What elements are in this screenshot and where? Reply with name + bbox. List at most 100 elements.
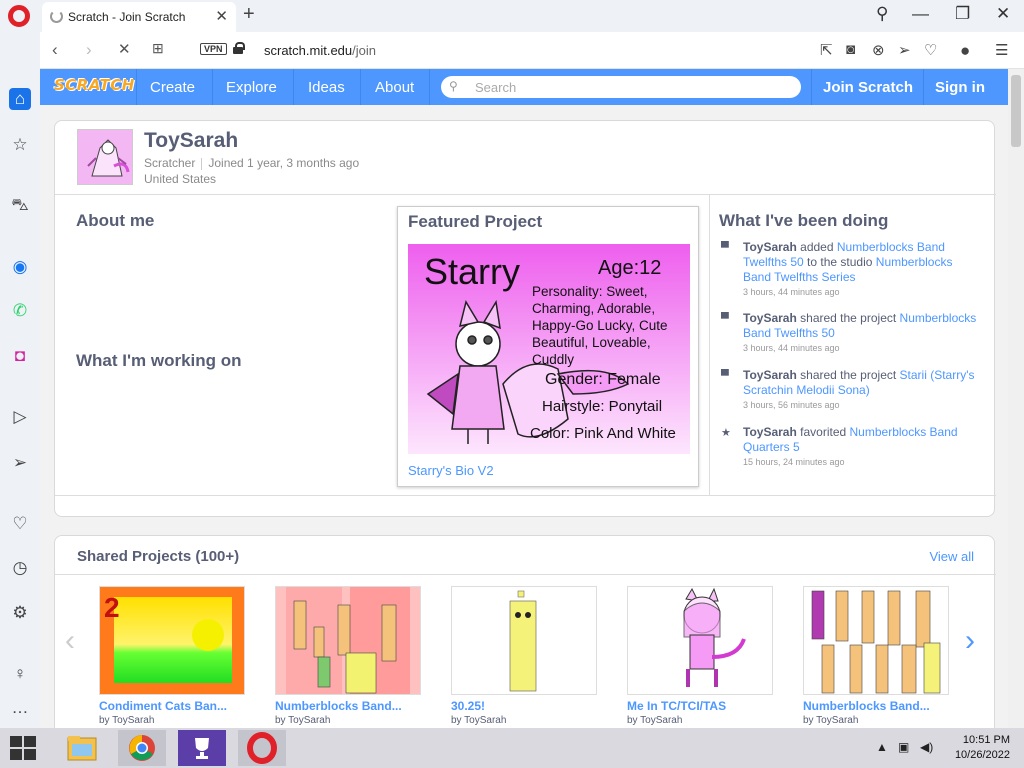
project-title[interactable]: Condiment Cats Ban... <box>99 699 245 713</box>
activity-user[interactable]: ToySarah <box>743 240 797 254</box>
search-tabs-icon[interactable]: ⚲ <box>876 4 888 24</box>
clock-date: 10/26/2022 <box>954 749 1010 761</box>
close-tab-icon[interactable]: ✕ <box>215 7 228 25</box>
heart-icon[interactable]: ♡ <box>924 41 937 59</box>
sign-in-link[interactable]: Sign in <box>935 79 985 96</box>
activity-user[interactable]: ToySarah <box>743 425 797 439</box>
project-title[interactable]: Numberblocks Band... <box>275 699 421 713</box>
project-thumbnail[interactable]: 2 <box>99 586 245 695</box>
tabs-grid-icon[interactable]: ⊞ <box>152 40 164 57</box>
url-field[interactable]: scratch.mit.edu/join <box>264 43 376 58</box>
carousel-prev-icon[interactable]: ‹ <box>65 624 75 658</box>
history-icon[interactable]: ◷ <box>9 557 31 579</box>
whatsapp-icon[interactable]: ✆ <box>9 300 31 322</box>
messenger-icon[interactable]: ◉ <box>9 256 31 278</box>
share-icon[interactable]: ⇱ <box>820 41 833 59</box>
nav-ideas[interactable]: Ideas <box>308 79 345 96</box>
settings-icon[interactable]: ⚙ <box>9 602 31 624</box>
scratch-page: SCRATCH Create Explore Ideas About ⚲ Sea… <box>40 69 1008 728</box>
project-author[interactable]: by ToySarah <box>275 715 421 726</box>
project-title[interactable]: Me In TC/TCI/TAS <box>627 699 773 713</box>
trophy-app-icon[interactable] <box>178 730 226 766</box>
opera-logo-icon[interactable] <box>8 5 30 27</box>
scratch-logo[interactable]: SCRATCH <box>54 76 135 94</box>
send-icon[interactable]: ➢ <box>898 41 911 59</box>
nav-about[interactable]: About <box>375 79 414 96</box>
browser-tab[interactable]: Scratch - Join Scratch ✕ <box>42 2 236 32</box>
maximize-icon[interactable]: ❐ <box>955 4 970 24</box>
pinboard-heart-icon[interactable]: ♡ <box>9 513 31 535</box>
search-placeholder: Search <box>475 80 517 95</box>
network-icon[interactable]: ▣ <box>898 740 909 754</box>
activity-verb: shared the project <box>800 368 897 382</box>
forward-icon[interactable]: › <box>86 40 92 60</box>
taskbar-clock[interactable]: 10:51 PM 10/26/2022 <box>955 733 1010 763</box>
project-author[interactable]: by ToySarah <box>803 715 949 726</box>
opera-taskbar-icon[interactable] <box>238 730 286 766</box>
studio-icon: ▀ <box>721 313 729 325</box>
tips-icon[interactable]: ♀ <box>9 663 31 685</box>
activity-user[interactable]: ToySarah <box>743 311 797 325</box>
camera-icon[interactable]: ◙ <box>846 41 855 58</box>
project-card[interactable]: Numberblocks Band... by ToySarah <box>275 586 421 726</box>
windows-start-icon[interactable] <box>10 736 38 760</box>
project-thumbnail[interactable] <box>451 586 597 695</box>
nav-divider <box>923 69 924 105</box>
nav-explore[interactable]: Explore <box>226 79 277 96</box>
chrome-icon[interactable] <box>118 730 166 766</box>
reload-stop-icon[interactable]: ✕ <box>118 40 131 58</box>
activity-time: 15 hours, 24 minutes ago <box>743 457 845 467</box>
featured-project-title[interactable]: Starry's Bio V2 <box>408 463 494 478</box>
new-tab-icon[interactable]: + <box>243 3 255 26</box>
nav-create[interactable]: Create <box>150 79 195 96</box>
project-card[interactable]: Me In TC/TCI/TAS by ToySarah <box>627 586 773 726</box>
carousel-next-icon[interactable]: › <box>965 624 975 658</box>
view-all-link[interactable]: View all <box>929 549 974 564</box>
vpn-badge[interactable]: VPN <box>200 43 227 55</box>
instagram-icon[interactable]: ◘ <box>9 345 31 367</box>
project-card[interactable]: Numberblocks Band... by ToySarah <box>803 586 949 726</box>
search-input[interactable]: ⚲ Search <box>441 76 801 98</box>
lock-icon[interactable] <box>233 42 245 54</box>
join-scratch-link[interactable]: Join Scratch <box>823 79 913 96</box>
project-card[interactable]: 2 Condiment Cats Ban... by ToySarah <box>99 586 245 726</box>
activity-time: 3 hours, 44 minutes ago <box>743 287 840 297</box>
url-path: /join <box>352 43 377 58</box>
avatar[interactable] <box>77 129 133 185</box>
featured-project-thumbnail[interactable]: Starry Age:12 Personality: Sweet, Charmi… <box>408 244 690 454</box>
project-title[interactable]: Numberblocks Band... <box>803 699 949 713</box>
easy-setup-icon[interactable]: ☰ <box>995 41 1008 59</box>
project-card[interactable]: 30.25! by ToySarah <box>451 586 597 726</box>
project-thumbnail[interactable] <box>275 586 421 695</box>
close-window-icon[interactable]: ✕ <box>996 4 1010 24</box>
nav-divider <box>212 69 213 105</box>
project-author[interactable]: by ToySarah <box>627 715 773 726</box>
project-thumbnail[interactable] <box>803 586 949 695</box>
activity-user[interactable]: ToySarah <box>743 368 797 382</box>
home-icon[interactable]: ⌂ <box>9 88 31 110</box>
project-thumbnail[interactable] <box>627 586 773 695</box>
bookmarks-icon[interactable]: ☆ <box>9 134 31 156</box>
adblock-icon[interactable]: ⊗ <box>872 41 885 59</box>
page-scrollbar[interactable] <box>1008 69 1024 728</box>
profile-icon[interactable]: ● <box>960 41 970 61</box>
volume-icon[interactable]: ◀) <box>920 740 933 754</box>
file-explorer-icon[interactable] <box>58 730 106 766</box>
send-flow-icon[interactable]: ➢ <box>9 452 31 474</box>
scratch-navbar: SCRATCH Create Explore Ideas About ⚲ Sea… <box>40 69 1008 105</box>
minimize-icon[interactable]: — <box>912 4 929 24</box>
project-author[interactable]: by ToySarah <box>451 715 597 726</box>
project-title[interactable]: 30.25! <box>451 699 597 713</box>
back-icon[interactable]: ‹ <box>52 40 58 60</box>
project-author[interactable]: by ToySarah <box>99 715 245 726</box>
show-hidden-icons-icon[interactable]: ▲ <box>876 740 888 754</box>
player-icon[interactable]: ▷ <box>9 406 31 428</box>
shopping-icon[interactable]: ⛍ <box>9 194 31 216</box>
more-icon[interactable]: … <box>9 697 31 719</box>
column-divider <box>709 195 710 495</box>
svg-text:2: 2 <box>104 592 120 623</box>
nav-divider <box>811 69 812 105</box>
profile-meta: Scratcher Joined 1 year, 3 months ago <box>144 156 359 170</box>
loading-spinner-icon <box>50 10 63 23</box>
scrollbar-thumb[interactable] <box>1011 75 1021 147</box>
